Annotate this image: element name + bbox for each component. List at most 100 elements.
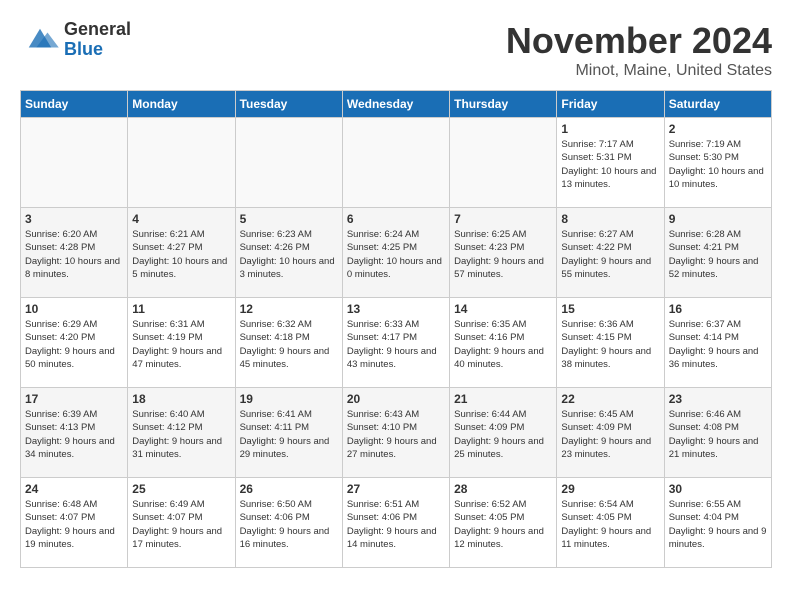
calendar-cell <box>342 118 449 208</box>
day-number: 30 <box>669 482 767 496</box>
calendar-cell: 30 Sunrise: 6:55 AMSunset: 4:04 PMDayligh… <box>664 478 771 568</box>
day-info: Sunrise: 6:55 AMSunset: 4:04 PMDaylight:… <box>669 498 767 551</box>
day-info: Sunrise: 6:48 AMSunset: 4:07 PMDaylight:… <box>25 498 123 551</box>
column-header-tuesday: Tuesday <box>235 91 342 118</box>
day-info: Sunrise: 6:39 AMSunset: 4:13 PMDaylight:… <box>25 408 123 461</box>
week-row-5: 24 Sunrise: 6:48 AMSunset: 4:07 PMDayligh… <box>21 478 772 568</box>
day-number: 26 <box>240 482 338 496</box>
calendar-cell <box>450 118 557 208</box>
calendar-cell: 9 Sunrise: 6:28 AMSunset: 4:21 PMDaylight… <box>664 208 771 298</box>
day-info: Sunrise: 6:50 AMSunset: 4:06 PMDaylight:… <box>240 498 338 551</box>
calendar-cell: 20 Sunrise: 6:43 AMSunset: 4:10 PMDayligh… <box>342 388 449 478</box>
day-info: Sunrise: 6:35 AMSunset: 4:16 PMDaylight:… <box>454 318 552 371</box>
day-info: Sunrise: 6:24 AMSunset: 4:25 PMDaylight:… <box>347 228 445 281</box>
day-number: 16 <box>669 302 767 316</box>
calendar-cell: 7Sunrise: 6:25 AMSunset: 4:23 PMDaylight… <box>450 208 557 298</box>
day-number: 28 <box>454 482 552 496</box>
page-header: General Blue November 2024 Minot, Maine,… <box>20 20 772 80</box>
day-number: 10 <box>25 302 123 316</box>
day-number: 7 <box>454 212 552 226</box>
column-header-friday: Friday <box>557 91 664 118</box>
logo-text: General Blue <box>64 20 131 60</box>
calendar-cell: 23 Sunrise: 6:46 AMSunset: 4:08 PMDayligh… <box>664 388 771 478</box>
day-number: 18 <box>132 392 230 406</box>
logo-icon <box>20 25 60 55</box>
calendar-cell: 19 Sunrise: 6:41 AMSunset: 4:11 PMDayligh… <box>235 388 342 478</box>
calendar-cell: 1 Sunrise: 7:17 AMSunset: 5:31 PMDaylight… <box>557 118 664 208</box>
calendar-cell: 28Sunrise: 6:52 AMSunset: 4:05 PMDayligh… <box>450 478 557 568</box>
calendar-cell <box>128 118 235 208</box>
day-number: 2 <box>669 122 767 136</box>
column-header-thursday: Thursday <box>450 91 557 118</box>
day-number: 5 <box>240 212 338 226</box>
day-info: Sunrise: 6:51 AMSunset: 4:06 PMDaylight:… <box>347 498 445 551</box>
calendar-cell: 3Sunrise: 6:20 AMSunset: 4:28 PMDaylight… <box>21 208 128 298</box>
day-info: Sunrise: 6:54 AMSunset: 4:05 PMDaylight:… <box>561 498 659 551</box>
day-number: 17 <box>25 392 123 406</box>
week-row-2: 3Sunrise: 6:20 AMSunset: 4:28 PMDaylight… <box>21 208 772 298</box>
day-info: Sunrise: 7:17 AMSunset: 5:31 PMDaylight:… <box>561 138 659 191</box>
day-number: 15 <box>561 302 659 316</box>
day-info: Sunrise: 6:28 AMSunset: 4:21 PMDaylight:… <box>669 228 767 281</box>
calendar-cell: 8 Sunrise: 6:27 AMSunset: 4:22 PMDaylight… <box>557 208 664 298</box>
logo-line2: Blue <box>64 39 103 59</box>
day-number: 14 <box>454 302 552 316</box>
calendar-cell: 6 Sunrise: 6:24 AMSunset: 4:25 PMDaylight… <box>342 208 449 298</box>
day-info: Sunrise: 6:46 AMSunset: 4:08 PMDaylight:… <box>669 408 767 461</box>
calendar-cell: 10 Sunrise: 6:29 AMSunset: 4:20 PMDayligh… <box>21 298 128 388</box>
day-number: 27 <box>347 482 445 496</box>
logo: General Blue <box>20 20 131 60</box>
day-info: Sunrise: 6:29 AMSunset: 4:20 PMDaylight:… <box>25 318 123 371</box>
day-info: Sunrise: 6:44 AMSunset: 4:09 PMDaylight:… <box>454 408 552 461</box>
column-header-saturday: Saturday <box>664 91 771 118</box>
day-number: 8 <box>561 212 659 226</box>
day-info: Sunrise: 6:40 AMSunset: 4:12 PMDaylight:… <box>132 408 230 461</box>
day-info: Sunrise: 6:21 AMSunset: 4:27 PMDaylight:… <box>132 228 230 281</box>
calendar-cell: 25 Sunrise: 6:49 AMSunset: 4:07 PMDayligh… <box>128 478 235 568</box>
calendar-cell: 18 Sunrise: 6:40 AMSunset: 4:12 PMDayligh… <box>128 388 235 478</box>
column-header-wednesday: Wednesday <box>342 91 449 118</box>
day-info: Sunrise: 6:41 AMSunset: 4:11 PMDaylight:… <box>240 408 338 461</box>
day-info: Sunrise: 7:19 AMSunset: 5:30 PMDaylight:… <box>669 138 767 191</box>
day-info: Sunrise: 6:49 AMSunset: 4:07 PMDaylight:… <box>132 498 230 551</box>
calendar-cell: 13 Sunrise: 6:33 AMSunset: 4:17 PMDayligh… <box>342 298 449 388</box>
column-header-sunday: Sunday <box>21 91 128 118</box>
calendar-cell: 15Sunrise: 6:36 AMSunset: 4:15 PMDayligh… <box>557 298 664 388</box>
calendar-cell: 22 Sunrise: 6:45 AMSunset: 4:09 PMDayligh… <box>557 388 664 478</box>
day-number: 9 <box>669 212 767 226</box>
calendar-header: SundayMondayTuesdayWednesdayThursdayFrid… <box>21 91 772 118</box>
calendar-cell <box>235 118 342 208</box>
day-number: 12 <box>240 302 338 316</box>
day-number: 4 <box>132 212 230 226</box>
day-number: 13 <box>347 302 445 316</box>
calendar-cell: 5 Sunrise: 6:23 AMSunset: 4:26 PMDaylight… <box>235 208 342 298</box>
day-info: Sunrise: 6:27 AMSunset: 4:22 PMDaylight:… <box>561 228 659 281</box>
day-info: Sunrise: 6:23 AMSunset: 4:26 PMDaylight:… <box>240 228 338 281</box>
month-title: November 2024 <box>506 20 772 62</box>
week-row-3: 10 Sunrise: 6:29 AMSunset: 4:20 PMDayligh… <box>21 298 772 388</box>
calendar-table: SundayMondayTuesdayWednesdayThursdayFrid… <box>20 90 772 568</box>
day-number: 22 <box>561 392 659 406</box>
calendar-cell: 12 Sunrise: 6:32 AMSunset: 4:18 PMDayligh… <box>235 298 342 388</box>
column-header-monday: Monday <box>128 91 235 118</box>
day-info: Sunrise: 6:45 AMSunset: 4:09 PMDaylight:… <box>561 408 659 461</box>
day-number: 11 <box>132 302 230 316</box>
day-info: Sunrise: 6:32 AMSunset: 4:18 PMDaylight:… <box>240 318 338 371</box>
day-number: 23 <box>669 392 767 406</box>
day-info: Sunrise: 6:37 AMSunset: 4:14 PMDaylight:… <box>669 318 767 371</box>
day-number: 25 <box>132 482 230 496</box>
day-number: 24 <box>25 482 123 496</box>
day-number: 20 <box>347 392 445 406</box>
calendar-cell: 26 Sunrise: 6:50 AMSunset: 4:06 PMDayligh… <box>235 478 342 568</box>
day-number: 1 <box>561 122 659 136</box>
day-number: 21 <box>454 392 552 406</box>
calendar-cell: 29 Sunrise: 6:54 AMSunset: 4:05 PMDayligh… <box>557 478 664 568</box>
day-info: Sunrise: 6:33 AMSunset: 4:17 PMDaylight:… <box>347 318 445 371</box>
day-number: 6 <box>347 212 445 226</box>
day-number: 19 <box>240 392 338 406</box>
day-number: 3 <box>25 212 123 226</box>
day-info: Sunrise: 6:43 AMSunset: 4:10 PMDaylight:… <box>347 408 445 461</box>
day-info: Sunrise: 6:31 AMSunset: 4:19 PMDaylight:… <box>132 318 230 371</box>
calendar-cell: 4 Sunrise: 6:21 AMSunset: 4:27 PMDaylight… <box>128 208 235 298</box>
day-number: 29 <box>561 482 659 496</box>
